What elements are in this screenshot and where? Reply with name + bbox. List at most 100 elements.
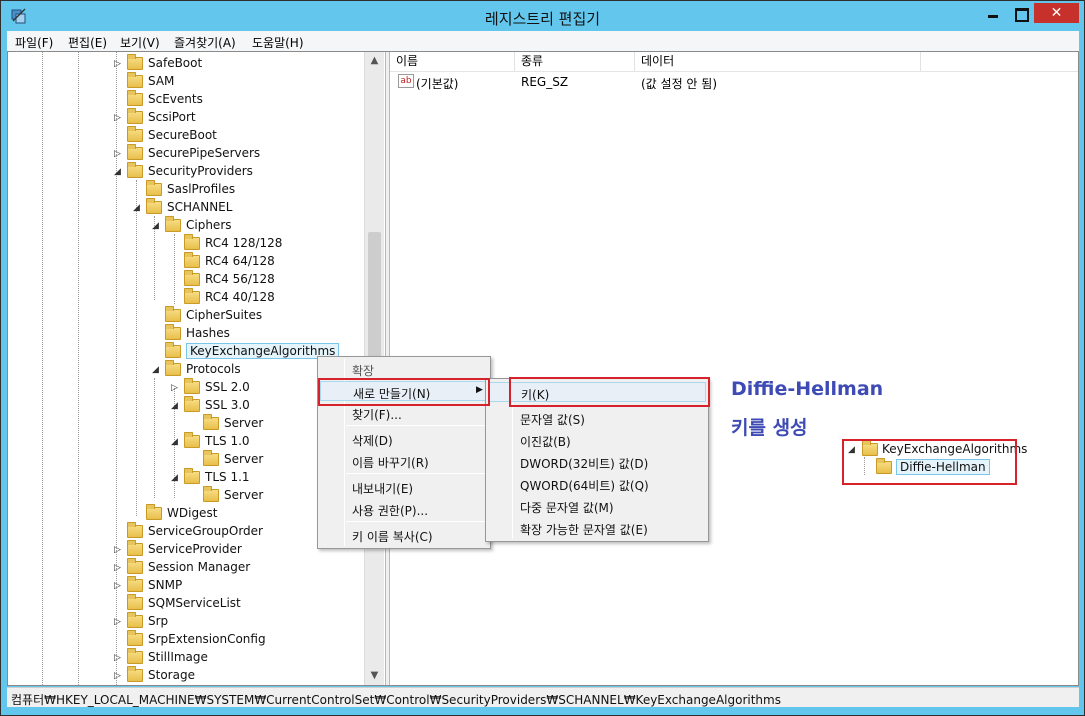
folder-icon xyxy=(184,252,200,268)
tree-node[interactable]: ScEvents xyxy=(114,90,354,109)
ctx-rename[interactable]: 이름 바꾸기(R) xyxy=(320,451,488,471)
expand-icon[interactable]: ▷ xyxy=(114,148,124,160)
new-qword-value[interactable]: QWORD(64비트) 값(Q) xyxy=(488,474,706,494)
menu-separator xyxy=(346,473,488,474)
highlight-new-menu xyxy=(318,378,490,406)
collapse-icon[interactable]: ◢ xyxy=(171,436,181,448)
new-string-value[interactable]: 문자열 값(S) xyxy=(488,408,706,428)
tree-node-label: RC4 56/128 xyxy=(205,272,275,286)
expand-icon[interactable]: ▷ xyxy=(114,544,124,556)
folder-icon xyxy=(127,522,143,538)
collapse-icon[interactable]: ◢ xyxy=(152,220,162,232)
tree-node-label: TLS 1.1 xyxy=(205,470,250,484)
collapse-icon[interactable]: ◢ xyxy=(114,166,124,178)
folder-icon xyxy=(127,594,143,610)
column-header-name[interactable]: 이름 xyxy=(390,52,515,71)
tree-node[interactable]: ◢ SCHANNEL xyxy=(133,198,373,217)
expand-icon[interactable]: ▷ xyxy=(114,616,124,628)
expand-icon[interactable]: ▷ xyxy=(114,652,124,664)
new-multi-string-value-label: 다중 문자열 값(M) xyxy=(520,501,614,515)
tree-node[interactable]: ◢ SecurityProviders xyxy=(114,162,354,181)
menu-edit[interactable]: 편집(E) xyxy=(68,34,107,51)
collapse-icon[interactable]: ◢ xyxy=(152,364,162,376)
expand-icon[interactable]: ▷ xyxy=(171,382,181,394)
folder-icon xyxy=(127,666,143,682)
ctx-expand[interactable]: 확장 xyxy=(320,359,488,379)
tree-node[interactable]: ▷ ScsiPort xyxy=(114,108,354,127)
new-dword-value[interactable]: DWORD(32비트) 값(D) xyxy=(488,452,706,472)
tree-node[interactable]: CipherSuites xyxy=(152,306,385,325)
tree-node[interactable]: ▷ Session Manager xyxy=(114,558,354,577)
scroll-up-icon[interactable]: ▲ xyxy=(365,52,384,69)
folder-icon xyxy=(165,360,181,376)
string-value-icon: ab xyxy=(398,74,414,88)
menu-view[interactable]: 보기(V) xyxy=(120,34,160,51)
tree-node[interactable]: SrpExtensionConfig xyxy=(114,630,354,649)
scroll-thumb[interactable] xyxy=(368,232,381,362)
expand-icon[interactable]: ▷ xyxy=(114,580,124,592)
value-list-pane[interactable]: 이름 종류 데이터 ab (기본값) REG_SZ (값 설정 안 됨) xyxy=(390,52,1078,685)
menu-favorites[interactable]: 즐겨찾기(A) xyxy=(174,34,236,51)
menu-bar: 파일(F) 편집(E) 보기(V) 즐겨찾기(A) 도움말(H) xyxy=(7,31,1079,51)
ctx-export[interactable]: 내보내기(E) xyxy=(320,477,488,497)
ctx-copy-key-name[interactable]: 키 이름 복사(C) xyxy=(320,525,488,545)
menu-help[interactable]: 도움말(H) xyxy=(252,34,304,51)
menu-file[interactable]: 파일(F) xyxy=(15,34,53,51)
folder-icon xyxy=(127,558,143,574)
annotation-line2: 키를 생성 xyxy=(731,417,808,439)
tree-node[interactable]: SQMServiceList xyxy=(114,594,354,613)
expand-icon[interactable]: ▷ xyxy=(114,562,124,574)
tree-node[interactable]: ▷ SNMP xyxy=(114,576,354,595)
tree-node[interactable]: ▷ SafeBoot xyxy=(114,54,354,73)
registry-editor-window: 레지스트리 편집기 ✕ 파일(F) 편집(E) 보기(V) 즐겨찾기(A) 도움… xyxy=(0,0,1085,716)
tree-node[interactable]: SecureBoot xyxy=(114,126,354,145)
new-binary-value[interactable]: 이진값(B) xyxy=(488,430,706,450)
tree-node-label: SNMP xyxy=(148,578,183,592)
expand-icon[interactable]: ▷ xyxy=(114,58,124,70)
column-header-type[interactable]: 종류 xyxy=(515,52,635,71)
folder-icon xyxy=(184,468,200,484)
title-bar[interactable]: 레지스트리 편집기 ✕ xyxy=(2,2,1083,30)
tree-node[interactable]: ▷ SecurePipeServers xyxy=(114,144,354,163)
ctx-find[interactable]: 찾기(F)... xyxy=(320,403,488,423)
ctx-permissions[interactable]: 사용 권한(P)... xyxy=(320,499,488,519)
key-path: 컴퓨터₩HKEY_LOCAL_MACHINE₩SYSTEM₩CurrentCon… xyxy=(11,693,781,707)
tree-node[interactable]: ▷ Srp xyxy=(114,612,354,631)
tree-node-label: SecurityProviders xyxy=(148,164,253,178)
tree-node[interactable]: SaslProfiles xyxy=(133,180,373,199)
ctx-delete[interactable]: 삭제(D) xyxy=(320,429,488,449)
scroll-down-icon[interactable]: ▼ xyxy=(365,667,384,684)
tree-node[interactable]: ▷ StillImage xyxy=(114,648,354,667)
tree-node-label: SSL 2.0 xyxy=(205,380,250,394)
tree-node[interactable]: RC4 56/128 xyxy=(171,270,385,289)
new-qword-value-label: QWORD(64비트) 값(Q) xyxy=(520,479,649,493)
folder-icon xyxy=(184,270,200,286)
tree-node[interactable]: SAM xyxy=(114,72,354,91)
tree-node[interactable]: RC4 40/128 xyxy=(171,288,385,307)
collapse-icon[interactable]: ◢ xyxy=(133,202,143,214)
minimize-button[interactable] xyxy=(978,3,1006,23)
new-expandable-string-value[interactable]: 확장 가능한 문자열 값(E) xyxy=(488,518,706,538)
tree-guide xyxy=(78,52,79,685)
tree-node[interactable]: Hashes xyxy=(152,324,385,343)
collapse-icon[interactable]: ◢ xyxy=(171,472,181,484)
tree-node[interactable]: RC4 128/128 xyxy=(171,234,385,253)
value-name[interactable]: (기본값) xyxy=(416,75,458,92)
tree-node[interactable]: ◢ Ciphers xyxy=(152,216,385,235)
close-button[interactable]: ✕ xyxy=(1034,3,1079,23)
new-multi-string-value[interactable]: 다중 문자열 값(M) xyxy=(488,496,706,516)
value-data: (값 설정 안 됨) xyxy=(641,77,718,91)
tree-node[interactable]: ▷ Storage xyxy=(114,666,354,685)
expand-icon[interactable]: ▷ xyxy=(114,670,124,682)
tree-node[interactable]: RC4 64/128 xyxy=(171,252,385,271)
maximize-button[interactable] xyxy=(1006,3,1034,23)
expand-icon[interactable]: ▷ xyxy=(114,112,124,124)
collapse-icon[interactable]: ◢ xyxy=(171,400,181,412)
column-header-data[interactable]: 데이터 xyxy=(635,52,921,71)
tree-node-label: ScsiPort xyxy=(148,110,196,124)
